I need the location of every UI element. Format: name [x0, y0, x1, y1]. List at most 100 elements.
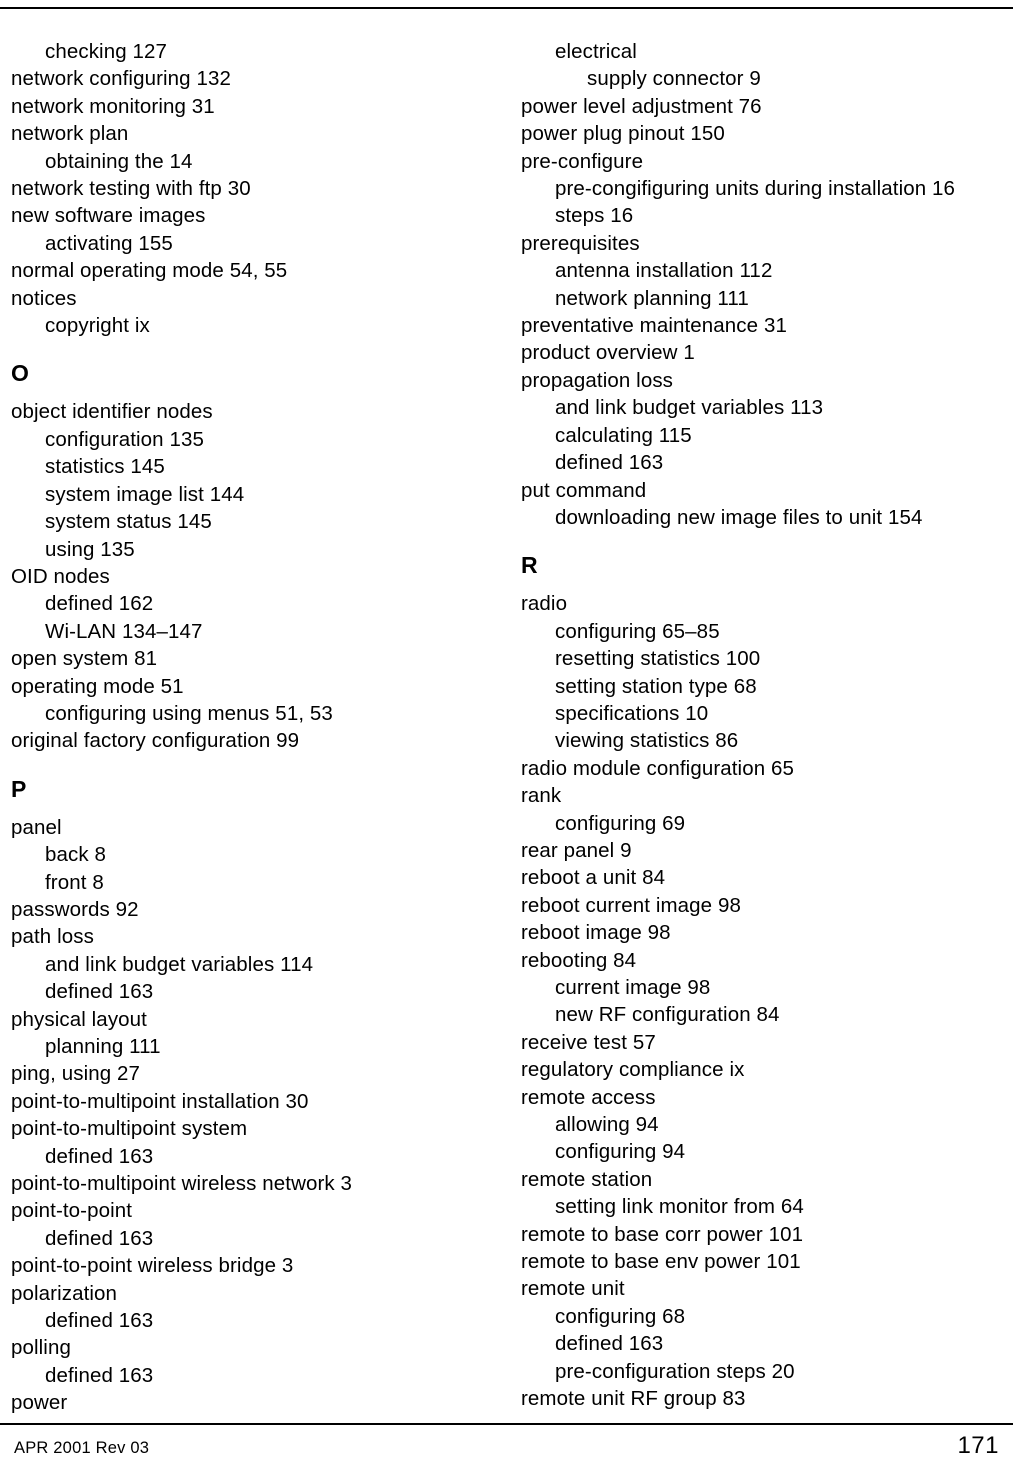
index-entry: network testing with ftp 30	[11, 177, 251, 201]
page-number: 171	[957, 1432, 999, 1459]
index-column-left: checking 127 network configuring 132 netwo…	[0, 38, 506, 1417]
index-entry: product overview 1	[521, 341, 695, 365]
index-subentry: defined 163	[45, 1309, 154, 1333]
index-entry: network plan	[11, 122, 129, 146]
index-subentry: obtaining the 14	[45, 149, 193, 173]
index-entry: reboot image 98	[521, 921, 671, 945]
index-entry: pre-configure	[521, 149, 644, 173]
page-footer: APR 2001 Rev 03 171	[0, 1423, 1013, 1475]
index-subentry: new RF configuration 84	[555, 1003, 780, 1027]
index-subentry: pre-congifiguring units during installat…	[555, 177, 956, 201]
footer-revision: APR 2001 Rev 03	[14, 1439, 150, 1457]
index-subentry: steps 16	[555, 204, 634, 228]
index-entry: remote unit RF group 83	[521, 1387, 746, 1411]
header-rule	[0, 7, 1013, 9]
index-subentry: antenna installation 112	[555, 259, 773, 283]
index-subentry: system status 145	[45, 510, 212, 534]
index-subentry: defined 163	[45, 1226, 154, 1250]
index-column-right: electrical supply connector 9 power level …	[506, 38, 1012, 1413]
index-entry: prerequisites	[521, 231, 640, 255]
index-subentry: downloading new image files to unit 154	[555, 505, 923, 529]
index-entry: power	[11, 1391, 68, 1415]
index-entry: reboot current image 98	[521, 893, 741, 917]
index-entry: ping, using 27	[11, 1062, 141, 1086]
index-subentry: system image list 144	[45, 482, 245, 506]
index-letter-heading: P	[11, 775, 27, 802]
index-subentry: configuration 135	[45, 427, 204, 451]
index-entry: OID nodes	[11, 564, 110, 588]
index-entry: physical layout	[11, 1007, 147, 1031]
index-subentry: viewing statistics 86	[555, 729, 739, 753]
index-entry: passwords 92	[11, 897, 139, 921]
index-entry: point-to-point wireless bridge 3	[11, 1254, 294, 1278]
index-entry: panel	[11, 815, 62, 839]
index-subentry: setting link monitor from 64	[555, 1195, 804, 1219]
index-entry: notices	[11, 286, 77, 310]
index-subentry: supply connector 9	[587, 67, 761, 91]
index-subentry: defined 163	[45, 1144, 154, 1168]
index-subentry: defined 163	[45, 1363, 154, 1387]
index-entry: rank	[521, 784, 562, 808]
index-entry: network configuring 132	[11, 67, 231, 91]
index-entry: operating mode 51	[11, 674, 184, 698]
index-entry: power plug pinout 150	[521, 122, 725, 146]
index-subentry: resetting statistics 100	[555, 647, 761, 671]
index-entry: remote station	[521, 1167, 653, 1191]
index-subentry: activating 155	[45, 231, 173, 255]
index-entry: remote access	[521, 1085, 656, 1109]
index-entry: open system 81	[11, 647, 158, 671]
index-entry: remote unit	[521, 1277, 625, 1301]
index-entry: regulatory compliance ix	[521, 1058, 745, 1082]
index-entry: polling	[11, 1336, 71, 1360]
index-subentry: checking 127	[45, 40, 168, 63]
index-subentry: configuring 68	[555, 1304, 686, 1328]
index-entry: remote to base corr power 101	[521, 1222, 804, 1246]
index-entry: remote to base env power 101	[521, 1250, 801, 1274]
index-subentry: using 135	[45, 537, 135, 561]
index-entry: network monitoring 31	[11, 94, 215, 118]
index-entry: point-to-point	[11, 1199, 133, 1223]
index-subentry: calculating 115	[555, 423, 692, 447]
index-subentry: network planning 111	[555, 286, 749, 310]
index-entry: point-to-multipoint system	[11, 1117, 248, 1141]
index-entry: rebooting 84	[521, 948, 637, 972]
index-entry: propagation loss	[521, 368, 674, 392]
index-subentry: planning 111	[45, 1035, 161, 1058]
index-subentry: copyright ix	[45, 314, 150, 338]
index-entry: receive test 57	[521, 1030, 656, 1054]
index-entry: rear panel 9	[521, 838, 632, 862]
index-entry: radio	[521, 592, 568, 616]
index-entry: put command	[521, 478, 647, 502]
index-subentry: defined 163	[555, 1332, 664, 1356]
index-letter-heading: R	[521, 552, 538, 579]
footer-rule	[0, 1423, 1013, 1425]
index-subentry: configuring using menus 51, 53	[45, 701, 333, 725]
index-subentry: setting station type 68	[555, 674, 757, 698]
index-subentry: statistics 145	[45, 455, 165, 479]
index-subentry: back 8	[45, 843, 106, 867]
index-subentry: electrical	[555, 40, 637, 63]
index-entry: preventative maintenance 31	[521, 314, 787, 338]
index-entry: point-to-multipoint wireless network 3	[11, 1172, 353, 1196]
index-page: checking 127 network configuring 132 netwo…	[0, 0, 1013, 1475]
index-subentry: configuring 65–85	[555, 619, 720, 643]
index-subentry: current image 98	[555, 976, 711, 999]
index-entry: power level adjustment 76	[521, 94, 762, 118]
index-subentry: specifications 10	[555, 701, 709, 725]
index-subentry: defined 162	[45, 592, 154, 616]
index-subentry: Wi-LAN 134–147	[45, 619, 203, 643]
index-subentry: and link budget variables 113	[555, 396, 824, 420]
index-subentry: allowing 94	[555, 1113, 659, 1137]
index-subentry: front 8	[45, 870, 104, 894]
index-entry: original factory configuration 99	[11, 729, 300, 753]
index-entry: new software images	[11, 204, 206, 228]
index-entry: object identifier nodes	[11, 400, 213, 424]
index-entry: polarization	[11, 1281, 118, 1305]
index-columns: checking 127 network configuring 132 netwo…	[0, 38, 1013, 1417]
index-subentry: and link budget variables 114	[45, 952, 314, 976]
index-letter-heading: O	[11, 360, 30, 387]
index-subentry: defined 163	[45, 980, 154, 1004]
index-entry: path loss	[11, 925, 94, 949]
index-entry: radio module configuration 65	[521, 756, 794, 780]
index-subentry: pre-configuration steps 20	[555, 1359, 795, 1383]
